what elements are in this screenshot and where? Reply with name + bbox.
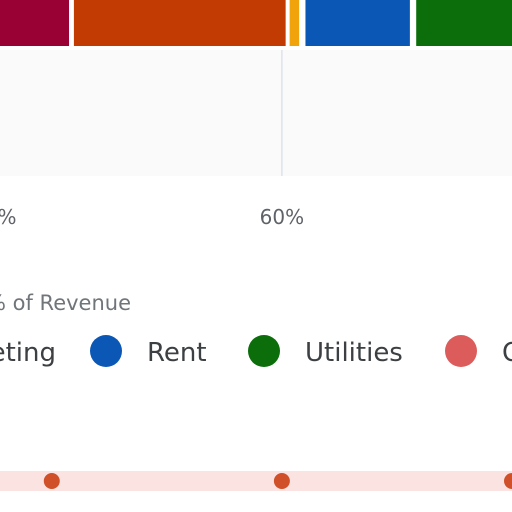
segment-separator	[301, 0, 306, 46]
range-handle[interactable]	[273, 473, 290, 489]
segment-separator	[285, 0, 290, 46]
legend-swatch	[248, 335, 280, 367]
x-tick-label: 50%	[0, 205, 16, 229]
bar-segment	[303, 0, 410, 46]
range-handle[interactable]	[43, 473, 60, 489]
legend-title: % of Revenue	[0, 291, 131, 315]
range-track	[0, 471, 512, 491]
segment-separator	[412, 0, 417, 46]
stacked-bar-chart: 50%60%70% % of Revenue MarketingRentUtil…	[0, 0, 512, 512]
legend-swatch	[445, 335, 477, 367]
range-slider[interactable]	[0, 471, 512, 491]
legend-label: Rent	[147, 338, 207, 368]
legend-swatch	[90, 335, 122, 367]
bar-segments	[0, 0, 512, 46]
legend-label: Marketing	[0, 338, 56, 368]
bar-segment	[71, 0, 288, 46]
bar-segment	[414, 0, 512, 46]
legend-label: Utilities	[305, 338, 403, 368]
legend-label: Other	[502, 338, 512, 368]
segment-separator	[69, 0, 74, 46]
plot-area	[0, 50, 512, 176]
bar-segment	[0, 0, 70, 46]
x-tick-label: 60%	[260, 205, 304, 229]
